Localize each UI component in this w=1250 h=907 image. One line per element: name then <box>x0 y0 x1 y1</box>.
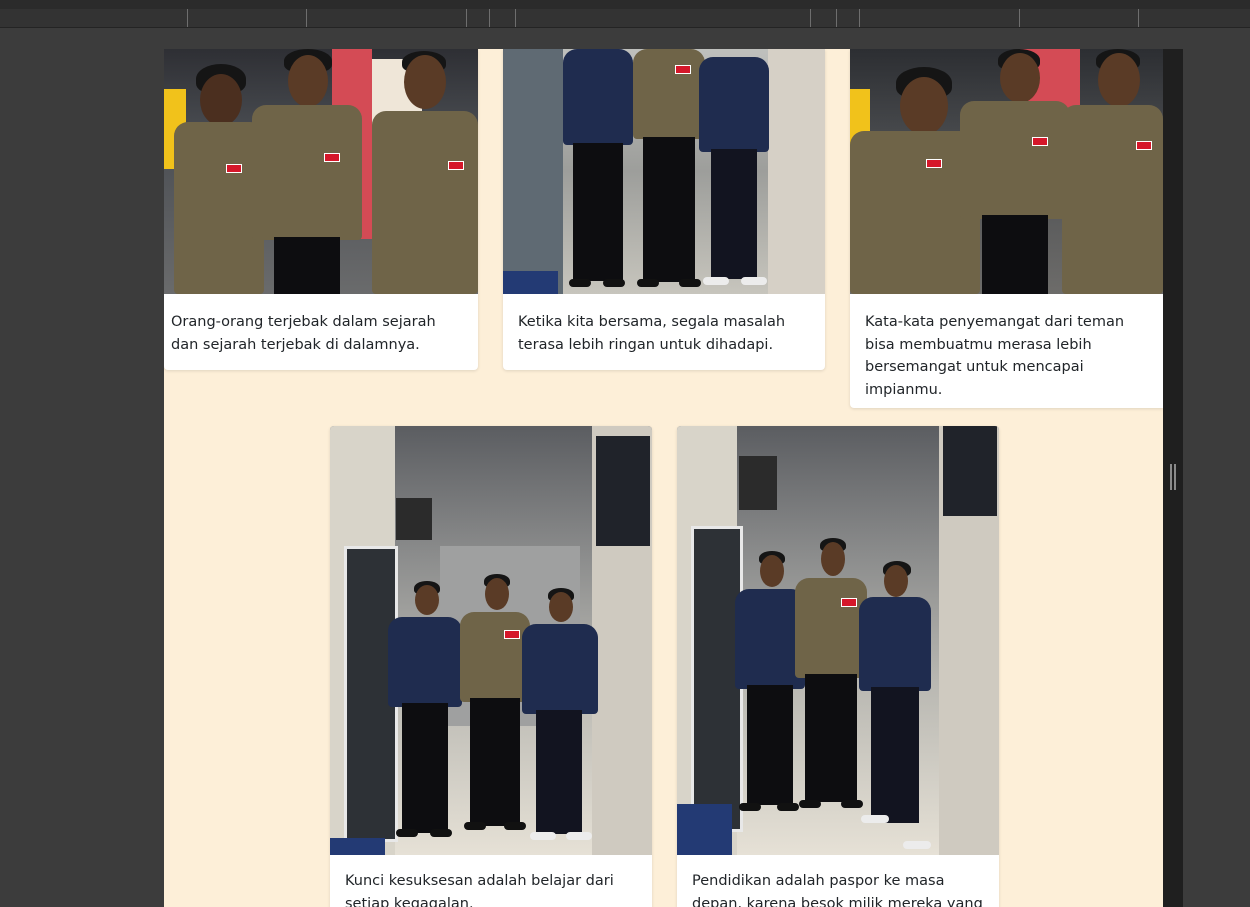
gallery-card-1: Orang-orang terjebak dalam sejarah dan s… <box>164 49 478 370</box>
card-caption: Kata-kata penyemangat dari teman bisa me… <box>865 314 1125 398</box>
gallery-card-4: Kunci kesuksesan adalah belajar dari set… <box>330 426 652 907</box>
gallery-card-2: Ketika kita bersama, segala masalah tera… <box>503 49 825 370</box>
card-caption: Pendidikan adalah paspor ke masa depan, … <box>692 873 983 907</box>
title-bar <box>0 0 1250 9</box>
three-students-posing-photo <box>164 49 478 294</box>
card-caption: Ketika kita bersama, segala masalah tera… <box>518 314 786 353</box>
gallery-card-5: Pendidikan adalah paspor ke masa depan, … <box>677 426 999 907</box>
card-caption: Kunci kesuksesan adalah belajar dari set… <box>345 873 614 907</box>
three-students-smiling-photo <box>850 49 1163 294</box>
hallway-group-photo <box>330 426 652 855</box>
three-students-standing-photo <box>503 49 825 294</box>
toolbar-ruler <box>0 9 1250 28</box>
hallway-group-photo-2 <box>677 426 999 855</box>
resize-grip-icon[interactable] <box>1170 464 1176 490</box>
page-content: Orang-orang terjebak dalam sejarah dan s… <box>164 49 1163 907</box>
card-caption: Orang-orang terjebak dalam sejarah dan s… <box>171 314 436 353</box>
gallery-card-3: Kata-kata penyemangat dari teman bisa me… <box>850 49 1163 408</box>
